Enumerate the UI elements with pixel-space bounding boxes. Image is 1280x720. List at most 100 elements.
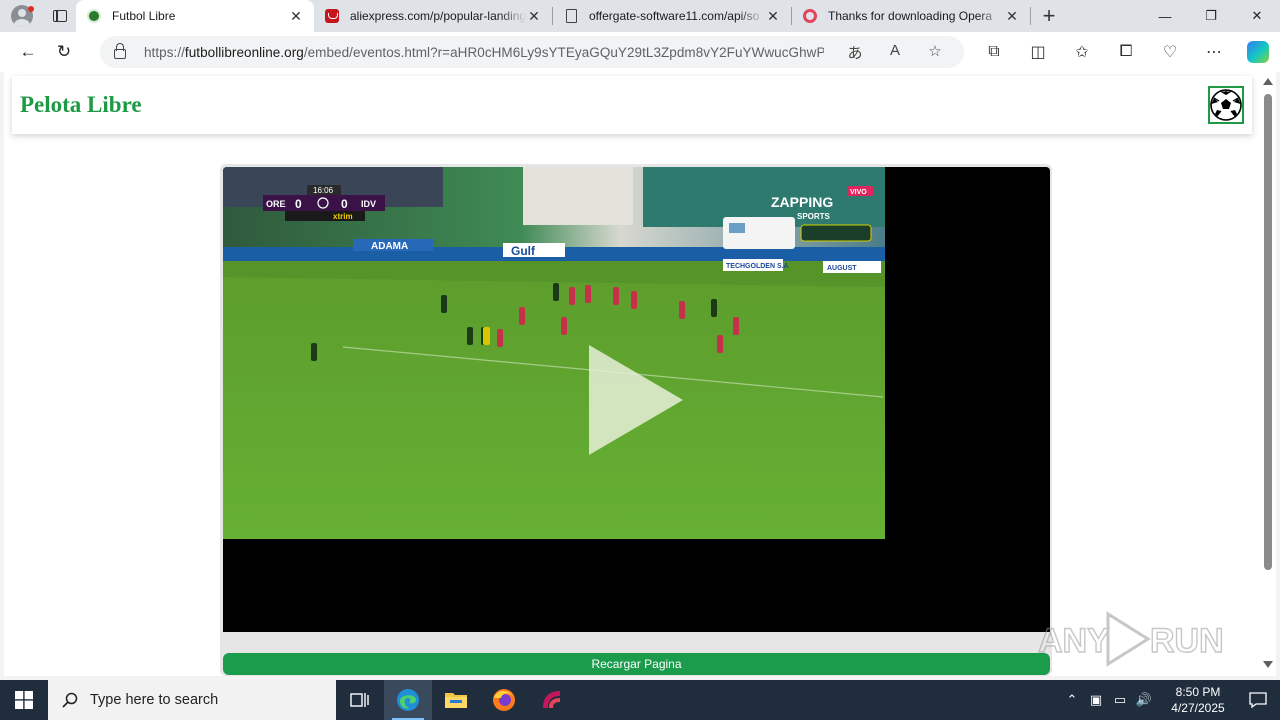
notification-icon: [1249, 692, 1267, 708]
page-viewport: Pelota Libre ADAMA Gulf TECHGOLDEN S.A A…: [4, 72, 1260, 676]
url-path: /embed/eventos.html?r=aHR0cHM6Ly9sYTEyaG…: [303, 44, 824, 60]
refresh-icon: ↻: [56, 42, 72, 61]
heart-pulse-icon: ♡: [1162, 44, 1178, 61]
start-button[interactable]: [0, 680, 48, 720]
copilot-icon: [1247, 41, 1269, 63]
svg-text:RUN: RUN: [1150, 622, 1224, 660]
close-icon: ✕: [1251, 8, 1263, 23]
volume-icon[interactable]: 🔊: [1132, 692, 1156, 708]
minimize-button[interactable]: —: [1142, 0, 1188, 32]
chevron-up-icon[interactable]: ⌃: [1060, 692, 1084, 708]
scrollbar-thumb[interactable]: [1264, 94, 1272, 570]
scroll-up-icon[interactable]: [1263, 78, 1273, 85]
ad-board-text: TECHGOLDEN S.A: [726, 263, 789, 270]
search-placeholder: Type here to search: [90, 692, 219, 708]
tab-strip: Futbol Libre ✕ aliexpress.com/p/popular-…: [0, 0, 1280, 32]
toolbar-right: ⧉ ◫ ✩ ⧠ ♡ ⋯: [972, 36, 1280, 68]
url-text[interactable]: https://futbollibreonline.org/embed/even…: [144, 45, 824, 60]
close-tab-icon[interactable]: ✕: [765, 8, 781, 24]
url-scheme: https://: [144, 44, 185, 60]
translate-icon[interactable]: あ: [838, 42, 872, 63]
home-team: ORE: [266, 199, 286, 209]
close-tab-icon[interactable]: ✕: [1004, 8, 1020, 24]
task-view-button[interactable]: [336, 680, 384, 720]
page-scrollbar[interactable]: [1260, 72, 1276, 676]
tab-title: Futbol Libre: [112, 9, 176, 23]
minimize-icon: —: [1158, 8, 1172, 24]
taskbar-firefox[interactable]: [480, 680, 528, 720]
profile-button[interactable]: [0, 0, 44, 32]
favorites-button[interactable]: ✩: [1060, 36, 1104, 68]
split-screen-icon: ◫: [1030, 44, 1046, 61]
ad-board-text: Gulf: [511, 244, 536, 258]
search-icon: [62, 692, 78, 708]
close-tab-icon[interactable]: ✕: [526, 8, 542, 24]
clock-date: 4/27/2025: [1171, 701, 1225, 715]
taskbar-search[interactable]: Type here to search: [48, 680, 336, 720]
folder-icon: [445, 693, 467, 708]
soccer-ball-icon: [86, 8, 102, 24]
site-brand[interactable]: Pelota Libre: [20, 92, 142, 118]
settings-more-button[interactable]: ⋯: [1192, 36, 1236, 68]
ad-board-text: ADAMA: [371, 241, 408, 252]
broadcaster-sub: SPORTS: [797, 212, 831, 221]
network-icon[interactable]: ▭: [1108, 692, 1132, 708]
reload-page-button[interactable]: Recargar Pagina: [223, 653, 1050, 675]
collections-button[interactable]: ⧠: [1104, 36, 1148, 68]
taskbar-edge[interactable]: [384, 680, 432, 720]
home-score: 0: [295, 197, 302, 211]
copilot-button[interactable]: [1236, 36, 1280, 68]
system-tray: ⌃ ▣ ▭ 🔊 8:50 PM 4/27/2025: [1060, 680, 1280, 720]
tab-offergate[interactable]: offergate-software11.com/api/so ✕: [553, 0, 791, 32]
favorite-star-icon[interactable]: ☆: [918, 42, 952, 63]
live-badge: VIVO: [850, 189, 867, 196]
tab-aliexpress[interactable]: aliexpress.com/p/popular-landing ✕: [314, 0, 552, 32]
address-bar[interactable]: https://futbollibreonline.org/embed/even…: [100, 36, 964, 68]
windows-taskbar: Type here to search ⌃ ▣ ▭ 🔊 8:50 PM 4/27…: [0, 680, 1280, 720]
tab-opera[interactable]: Thanks for downloading Opera ✕: [792, 0, 1030, 32]
puzzle-icon: ⧉: [988, 43, 1000, 60]
collections-icon: ⧠: [1119, 43, 1133, 60]
device-icon[interactable]: ▣: [1084, 692, 1108, 708]
broadcaster-logo: ZAPPING: [771, 194, 833, 210]
address-bar-actions: あ A ☆: [838, 42, 952, 63]
scroll-down-icon[interactable]: [1263, 661, 1273, 668]
restore-button[interactable]: ❐: [1188, 0, 1234, 32]
video-player[interactable]: ADAMA Gulf TECHGOLDEN S.A AUGUST 16:06 O…: [223, 167, 1050, 632]
soccer-ball-logo-icon[interactable]: [1208, 86, 1244, 124]
opera-installer-icon: [543, 691, 560, 708]
away-score: 0: [341, 197, 348, 211]
new-tab-button[interactable]: +: [1031, 0, 1067, 32]
away-team: IDV: [361, 199, 376, 209]
tab-title: aliexpress.com/p/popular-landing: [350, 9, 526, 23]
tab-actions-button[interactable]: [44, 0, 76, 32]
site-header: Pelota Libre: [12, 76, 1252, 134]
plus-icon: +: [1042, 3, 1056, 28]
task-view-icon: [350, 693, 369, 707]
browser-toolbar: ← ↻ https://futbollibreonline.org/embed/…: [0, 32, 1280, 72]
taskbar-clock[interactable]: 8:50 PM 4/27/2025: [1160, 684, 1236, 716]
match-clock: 16:06: [313, 186, 334, 195]
restore-icon: ❐: [1205, 8, 1217, 23]
tab-actions-icon: [53, 10, 67, 22]
aliexpress-icon: [324, 8, 340, 24]
ad-board-text: AUGUST: [827, 265, 857, 272]
read-aloud-icon[interactable]: A: [878, 42, 912, 63]
extensions-button[interactable]: ⧉: [972, 36, 1016, 68]
browser-essentials-button[interactable]: ♡: [1148, 36, 1192, 68]
close-tab-icon[interactable]: ✕: [288, 8, 304, 24]
more-dots-icon: ⋯: [1206, 44, 1222, 61]
video-frame: ADAMA Gulf TECHGOLDEN S.A AUGUST 16:06 O…: [223, 167, 885, 539]
edge-icon: [397, 689, 419, 711]
close-window-button[interactable]: ✕: [1234, 0, 1280, 32]
taskbar-opera-installer[interactable]: [528, 680, 576, 720]
back-button[interactable]: ←: [10, 36, 46, 68]
tab-title: offergate-software11.com/api/so: [589, 9, 760, 23]
taskbar-file-explorer[interactable]: [432, 680, 480, 720]
refresh-button[interactable]: ↻: [46, 36, 82, 68]
split-screen-button[interactable]: ◫: [1016, 36, 1060, 68]
svg-text:ANY: ANY: [1038, 622, 1110, 660]
tab-futbol-libre[interactable]: Futbol Libre ✕: [76, 0, 314, 32]
notification-center-button[interactable]: [1236, 692, 1280, 708]
favorites-icon: ✩: [1075, 44, 1089, 61]
